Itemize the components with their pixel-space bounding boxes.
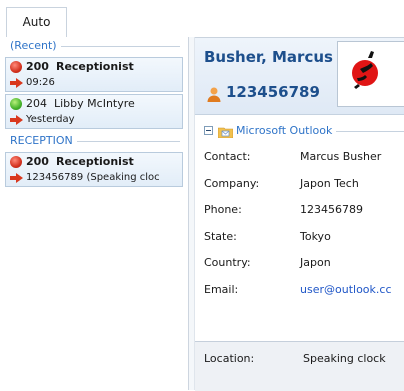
collapse-icon[interactable] — [204, 126, 213, 135]
call-name: Receptionist — [55, 155, 134, 168]
field-value: Marcus Busher — [300, 150, 382, 163]
source-label: Microsoft Outlook — [236, 124, 333, 137]
field-row: Phone: 123456789 — [204, 203, 404, 230]
outlook-icon — [218, 127, 233, 138]
call-item[interactable]: 200 Receptionist 09:26 — [5, 57, 183, 92]
call-arrow-icon — [10, 78, 23, 88]
field-row: Company: Japon Tech — [204, 177, 404, 204]
email-link[interactable]: user@outlook.cc — [300, 283, 392, 296]
call-item[interactable]: 200 Receptionist 123456789 (Speaking clo… — [5, 152, 183, 187]
contact-number: 123456789 — [226, 83, 320, 101]
call-detail: Yesterday — [26, 114, 75, 125]
field-value: Tokyo — [300, 229, 331, 243]
group-header-reception: RECEPTION — [0, 132, 188, 152]
field-value: 123456789 — [300, 203, 363, 216]
call-detail: 123456789 (Speaking cloc — [26, 172, 160, 183]
green-status-icon — [10, 98, 22, 110]
call-ext: 200 — [26, 60, 49, 73]
field-row: State: Tokyo — [204, 230, 404, 257]
location-value: Speaking clock — [303, 352, 386, 365]
tab-bar: Auto — [0, 0, 404, 38]
call-detail: 09:26 — [26, 77, 55, 88]
call-ext: 204 — [26, 97, 47, 110]
group-label: (Recent) — [10, 39, 61, 52]
call-list: (Recent) 200 Receptionist 09:26 204 Libb… — [0, 37, 189, 390]
contact-header: Busher, Marcus 123456789 — [195, 38, 404, 115]
field-label: Contact: — [204, 150, 251, 163]
call-arrow-icon — [10, 173, 23, 183]
field-label: Email: — [204, 282, 239, 296]
tab-auto[interactable]: Auto — [6, 7, 67, 37]
group-label: RECEPTION — [10, 134, 77, 147]
field-value: Japon Tech — [300, 176, 359, 190]
field-row: Contact: Marcus Busher — [204, 150, 404, 177]
person-icon — [207, 87, 221, 102]
location-bar: Location: Speaking clock — [195, 341, 404, 391]
field-row: Country: Japon — [204, 256, 404, 283]
call-arrow-icon — [10, 115, 23, 125]
field-label: Country: — [204, 256, 251, 269]
field-value: Japon — [300, 256, 331, 269]
contact-card: Busher, Marcus 123456789 Microsoft Outlo… — [195, 38, 404, 391]
call-item[interactable]: 204 Libby McIntyre Yesterday — [5, 94, 183, 129]
field-row: Email: user@outlook.cc — [204, 283, 404, 310]
field-label: State: — [204, 229, 237, 243]
field-label: Phone: — [204, 203, 242, 216]
red-status-icon — [10, 156, 22, 168]
red-status-icon — [10, 61, 22, 73]
field-label: Company: — [204, 176, 260, 190]
contact-photo — [337, 41, 404, 107]
call-name: Libby McIntyre — [54, 97, 135, 110]
contact-name: Busher, Marcus — [204, 48, 333, 66]
source-header: Microsoft Outlook — [204, 124, 404, 139]
call-name: Receptionist — [55, 60, 134, 73]
group-header-recent: (Recent) — [0, 37, 188, 57]
call-ext: 200 — [26, 155, 49, 168]
contact-fields: Contact: Marcus Busher Company: Japon Te… — [204, 150, 404, 309]
location-label: Location: — [204, 352, 255, 365]
